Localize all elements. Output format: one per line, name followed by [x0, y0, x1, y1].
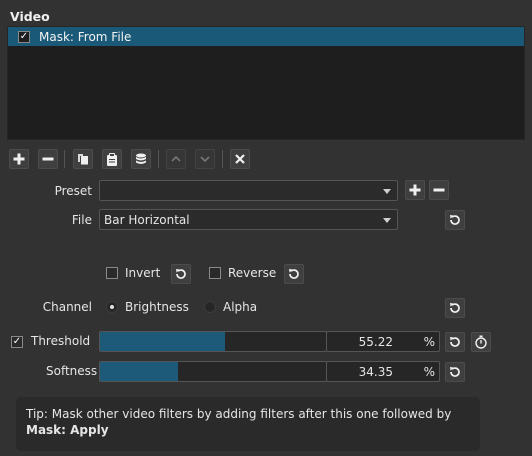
- tip-box: Tip: Mask other video filters by adding …: [16, 397, 480, 451]
- save-preset-button[interactable]: [405, 180, 425, 200]
- channel-reset-button[interactable]: [445, 298, 465, 318]
- threshold-label: Threshold: [31, 334, 91, 348]
- filter-list-item[interactable]: ✓ Mask: From File: [8, 27, 524, 46]
- panel-title: Video: [10, 9, 50, 24]
- alpha-label: Alpha: [223, 300, 258, 314]
- threshold-keyframes-button[interactable]: [471, 332, 491, 352]
- chevron-down-icon: [383, 189, 391, 194]
- softness-value: 34.35: [358, 364, 393, 379]
- threshold-reset-button[interactable]: [445, 332, 465, 352]
- plus-icon: [409, 184, 421, 196]
- chevron-up-icon: [171, 155, 181, 162]
- file-label: File: [71, 213, 92, 227]
- alpha-radio[interactable]: [204, 301, 216, 313]
- threshold-keyframe-checkbox[interactable]: ✓: [11, 336, 23, 348]
- threshold-spinbox[interactable]: 55.22 %: [326, 331, 440, 352]
- copy-filter-button[interactable]: [73, 149, 93, 169]
- reset-icon: [450, 303, 460, 313]
- brightness-label: Brightness: [125, 300, 189, 314]
- filter-list-item-label: Mask: From File: [39, 29, 132, 44]
- save-filter-set-button[interactable]: [131, 149, 151, 169]
- softness-spinbox[interactable]: 34.35 %: [326, 361, 440, 382]
- move-down-button[interactable]: [195, 149, 215, 169]
- deselect-filter-button[interactable]: [230, 149, 250, 169]
- brightness-radio[interactable]: [106, 301, 118, 313]
- filter-list[interactable]: ✓ Mask: From File: [7, 26, 525, 140]
- tip-text: Tip: Mask other video filters by adding …: [26, 407, 452, 421]
- channel-label: Channel: [42, 300, 92, 314]
- reverse-checkbox[interactable]: [209, 267, 221, 279]
- reset-icon: [176, 269, 186, 279]
- reset-icon: [450, 367, 460, 377]
- reset-icon: [289, 269, 299, 279]
- close-icon: [235, 154, 245, 164]
- softness-label: Softness: [46, 364, 98, 378]
- add-filter-button[interactable]: [9, 149, 29, 169]
- delete-preset-button[interactable]: [429, 180, 449, 200]
- reverse-reset-button[interactable]: [284, 264, 304, 284]
- tip-bold-text: Mask: Apply: [26, 423, 109, 437]
- reverse-label: Reverse: [228, 266, 277, 280]
- radio-selected-dot: [110, 305, 114, 309]
- invert-reset-button[interactable]: [171, 264, 191, 284]
- threshold-value: 55.22: [358, 334, 393, 349]
- threshold-unit: %: [423, 334, 435, 349]
- preset-combo[interactable]: [99, 180, 398, 201]
- file-value: Bar Horizontal: [104, 212, 190, 227]
- softness-unit: %: [423, 364, 435, 379]
- softness-reset-button[interactable]: [445, 362, 465, 382]
- clipboard-icon: [107, 152, 117, 166]
- stack-icon: [136, 153, 146, 164]
- filter-enable-checkbox[interactable]: ✓: [18, 30, 30, 43]
- minus-icon: [42, 157, 54, 161]
- softness-slider-fill: [100, 362, 178, 381]
- toolbar-separator: [222, 150, 223, 168]
- paste-filter-button[interactable]: [102, 149, 122, 169]
- chevron-down-icon: [383, 218, 391, 223]
- file-reset-button[interactable]: [445, 210, 465, 230]
- copy-icon: [78, 154, 88, 165]
- toolbar-separator: [64, 150, 65, 168]
- file-combo[interactable]: Bar Horizontal: [99, 209, 398, 230]
- reset-icon: [450, 337, 460, 347]
- move-up-button[interactable]: [166, 149, 186, 169]
- softness-slider[interactable]: [99, 361, 327, 382]
- plus-icon: [13, 153, 25, 165]
- chevron-down-icon: [200, 156, 210, 163]
- remove-filter-button[interactable]: [38, 149, 58, 169]
- threshold-slider[interactable]: [99, 331, 327, 352]
- minus-icon: [433, 188, 445, 192]
- stopwatch-icon: [475, 335, 487, 349]
- reset-icon: [450, 215, 460, 225]
- toolbar-separator: [158, 150, 159, 168]
- threshold-slider-fill: [100, 332, 225, 351]
- invert-label: Invert: [125, 266, 161, 280]
- preset-label: Preset: [54, 184, 92, 198]
- invert-checkbox[interactable]: [106, 267, 118, 279]
